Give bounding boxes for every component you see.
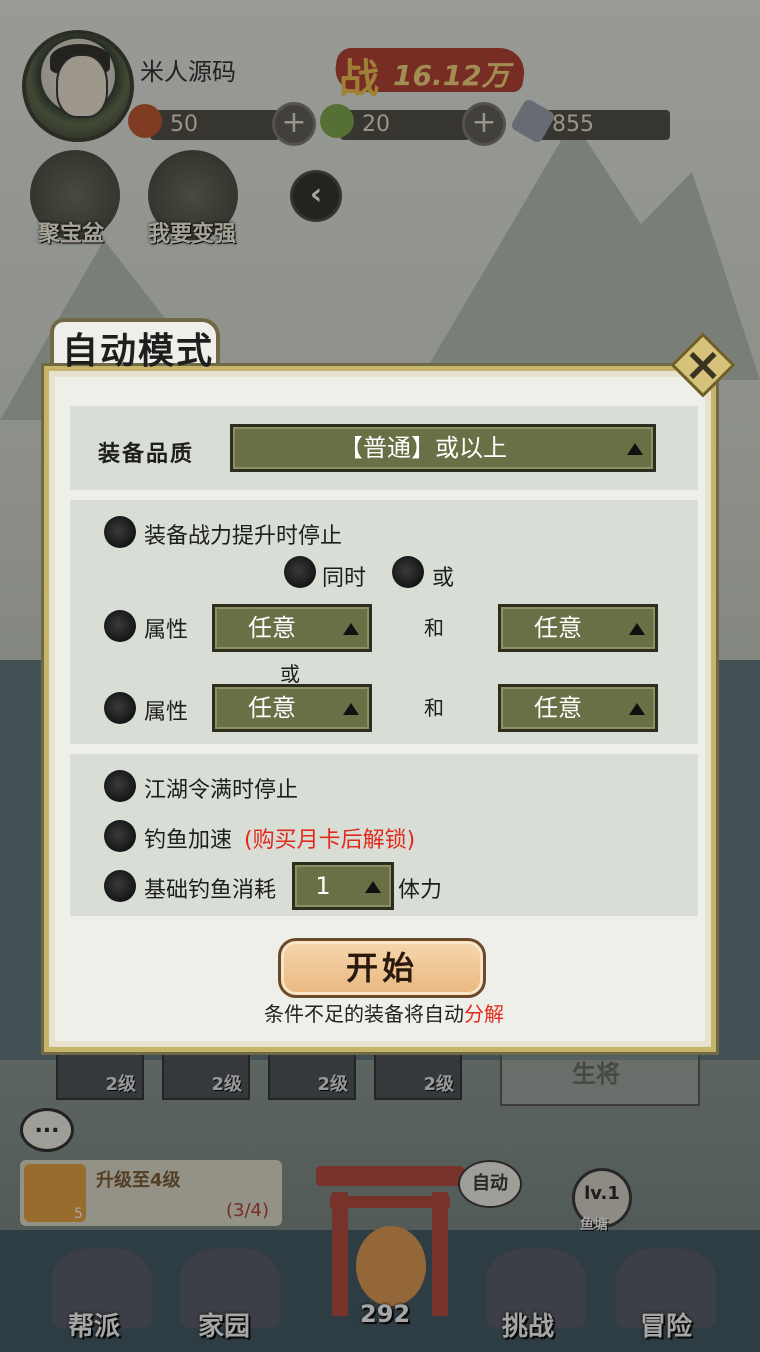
close-icon: ×	[683, 337, 723, 391]
stop-on-power-up-label: 装备战力提升时停止	[144, 524, 343, 549]
mode-or-radio[interactable]	[392, 556, 424, 588]
and-label-1: 和	[424, 616, 444, 640]
start-label: 开始	[345, 949, 418, 987]
triangle-up-icon	[343, 623, 359, 635]
quality-label: 装备品质	[98, 442, 195, 467]
quality-value: 【普通】或以上	[339, 434, 507, 462]
or-between-label: 或	[280, 662, 300, 686]
triangle-up-icon	[343, 703, 359, 715]
attr-1-a-dropdown[interactable]: 任意	[212, 604, 372, 652]
auto-decompose-hint: 条件不足的装备将自动分解	[70, 998, 698, 1027]
attr-row-2-radio[interactable]	[104, 692, 136, 724]
base-cost-label: 基础钓鱼消耗	[144, 878, 277, 903]
stop-on-token-full-radio[interactable]	[104, 770, 136, 802]
attr-2-b-value: 任意	[534, 694, 582, 722]
attr-1-b-dropdown[interactable]: 任意	[498, 604, 658, 652]
fishing-speed-locked-note: (购买月卡后解锁)	[244, 828, 416, 853]
attr-1-b-value: 任意	[534, 614, 582, 642]
close-button[interactable]: ×	[668, 330, 738, 400]
attr-row-1-radio[interactable]	[104, 610, 136, 642]
attr-2-a-dropdown[interactable]: 任意	[212, 684, 372, 732]
attr-2-b-dropdown[interactable]: 任意	[498, 684, 658, 732]
mode-or-label: 或	[432, 566, 455, 591]
triangle-up-icon	[627, 443, 643, 455]
quality-dropdown[interactable]: 【普通】或以上	[230, 424, 656, 472]
triangle-up-icon	[629, 623, 645, 635]
base-cost-radio[interactable]	[104, 870, 136, 902]
base-cost-dropdown[interactable]: 1	[292, 862, 394, 910]
attr-2-a-value: 任意	[248, 694, 296, 722]
and-label-2: 和	[424, 696, 444, 720]
attr-row-1-label: 属性	[144, 618, 189, 643]
triangle-up-icon	[365, 881, 381, 893]
stop-on-token-full-label: 江湖令满时停止	[144, 778, 299, 803]
attr-row-2-label: 属性	[144, 700, 189, 725]
fishing-speed-radio[interactable]	[104, 820, 136, 852]
base-cost-value: 1	[315, 872, 331, 900]
modal-title: 自动模式	[62, 330, 215, 372]
mode-and-radio[interactable]	[284, 556, 316, 588]
mode-and-label: 同时	[322, 566, 367, 591]
stamina-label: 体力	[398, 878, 443, 903]
fishing-speed-label: 钓鱼加速	[144, 828, 233, 853]
attr-1-a-value: 任意	[248, 614, 296, 642]
hint-decompose: 分解	[464, 1002, 504, 1026]
start-button[interactable]: 开始	[278, 938, 486, 998]
hint-text: 条件不足的装备将自动	[264, 1002, 464, 1026]
triangle-up-icon	[629, 703, 645, 715]
stop-on-power-up-radio[interactable]	[104, 516, 136, 548]
